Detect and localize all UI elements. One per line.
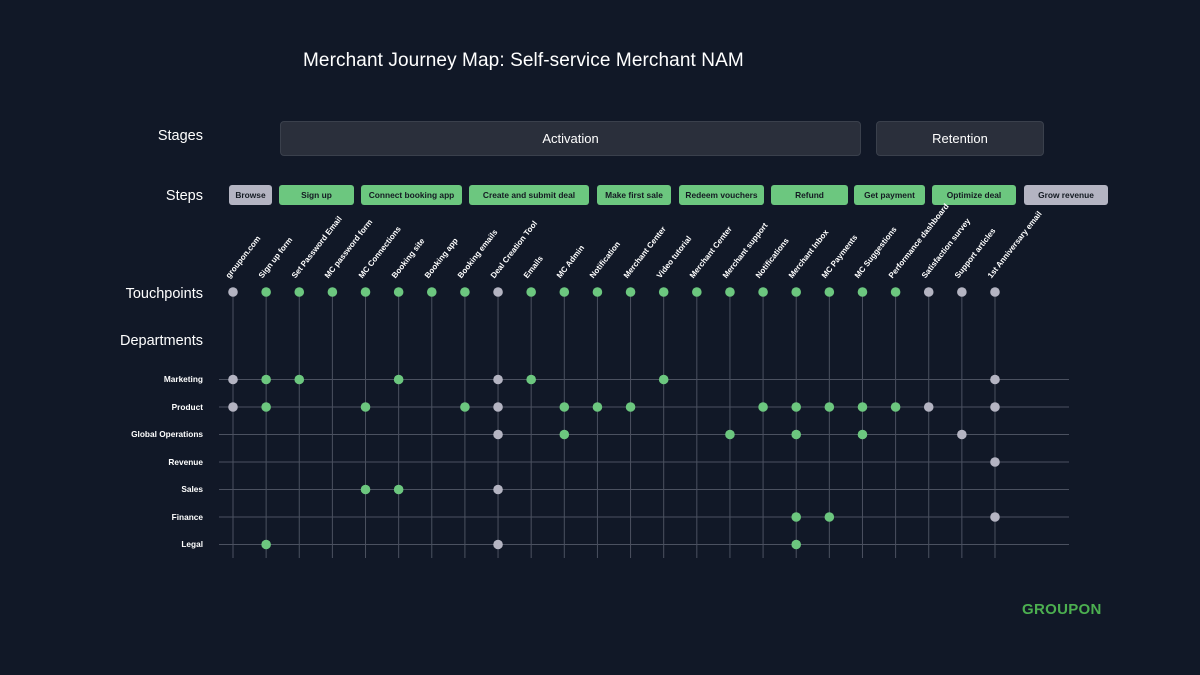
touchpoint-dot — [923, 287, 934, 297]
department-label: Sales — [181, 484, 203, 494]
touchpoint-dot — [426, 287, 437, 297]
department-touchpoint-dot — [592, 402, 603, 412]
department-label: Product — [171, 401, 203, 412]
department-touchpoint-dot — [824, 402, 835, 412]
department-touchpoint-dot — [923, 402, 934, 412]
touchpoint-dot — [725, 287, 735, 297]
department-touchpoint-dot — [857, 429, 868, 440]
department-label: Global Operations — [131, 429, 203, 439]
department-touchpoint-dot — [261, 539, 271, 550]
department-touchpoint-dot — [758, 402, 768, 412]
department-touchpoint-dot — [526, 374, 536, 385]
department-touchpoint-dot — [460, 402, 470, 412]
department-touchpoint-dot — [857, 402, 868, 412]
department-label: Legal — [181, 539, 203, 549]
groupon-logo: GROUPON — [1022, 601, 1102, 618]
department-touchpoint-dot — [559, 402, 570, 412]
touchpoint-dot — [857, 287, 868, 297]
touchpoint-dot — [592, 287, 603, 297]
department-touchpoint-dot — [493, 402, 503, 412]
department-touchpoint-dot — [824, 512, 835, 522]
department-touchpoint-dot — [493, 429, 503, 440]
department-touchpoint-dot — [957, 429, 967, 440]
department-touchpoint-dot — [791, 539, 802, 550]
department-touchpoint-dot — [725, 429, 735, 440]
touchpoint-dot — [460, 287, 470, 297]
touchpoint-dot — [957, 287, 967, 297]
touchpoint-dot — [360, 287, 371, 297]
department-touchpoint-dot — [990, 512, 1000, 522]
touchpoint-dot — [625, 287, 636, 297]
touchpoint-dot — [294, 287, 305, 297]
department-label: Revenue — [168, 456, 203, 467]
department-touchpoint-dot — [493, 539, 503, 550]
department-label: Marketing — [163, 374, 203, 384]
department-touchpoint-dot — [261, 374, 271, 385]
department-touchpoint-dot — [791, 402, 802, 412]
touchpoint-dot — [791, 287, 802, 297]
department-touchpoint-dot — [890, 402, 901, 412]
department-touchpoint-dot — [294, 374, 305, 385]
touchpoint-dot — [890, 287, 901, 297]
department-touchpoint-dot — [625, 402, 636, 412]
department-touchpoint-dot — [393, 374, 404, 385]
department-touchpoint-dot — [493, 374, 503, 385]
department-touchpoint-dot — [791, 512, 802, 522]
touchpoint-dot — [990, 287, 1000, 297]
touchpoint-dot — [692, 287, 702, 297]
department-touchpoint-dot — [228, 374, 238, 385]
department-touchpoint-dot — [360, 484, 371, 495]
touchpoint-dot — [261, 287, 271, 297]
department-touchpoint-dot — [990, 374, 1000, 385]
touchpoint-grid — [219, 287, 1069, 558]
department-touchpoint-dot — [990, 457, 1000, 467]
touchpoint-dot — [559, 287, 570, 297]
touchpoint-dot — [327, 287, 338, 297]
department-touchpoint-dot — [493, 484, 503, 495]
department-label: Finance — [171, 511, 203, 522]
touchpoint-dot — [824, 287, 835, 297]
department-touchpoint-dot — [228, 402, 238, 412]
department-touchpoint-dot — [393, 484, 404, 495]
department-touchpoint-dot — [360, 402, 371, 412]
touchpoint-dot — [758, 287, 768, 297]
touchpoint-dot — [228, 287, 238, 297]
department-touchpoint-dot — [261, 402, 271, 412]
touchpoint-dot — [658, 287, 669, 297]
touchpoint-dot — [493, 287, 503, 297]
touchpoint-dot — [393, 287, 404, 297]
touchpoint-dot — [526, 287, 536, 297]
department-touchpoint-dot — [791, 429, 802, 440]
department-touchpoint-dot — [990, 402, 1000, 412]
department-touchpoint-dot — [658, 374, 669, 385]
department-touchpoint-dot — [559, 429, 570, 440]
journey-map: Merchant Journey Map: Self-service Merch… — [0, 0, 1200, 675]
